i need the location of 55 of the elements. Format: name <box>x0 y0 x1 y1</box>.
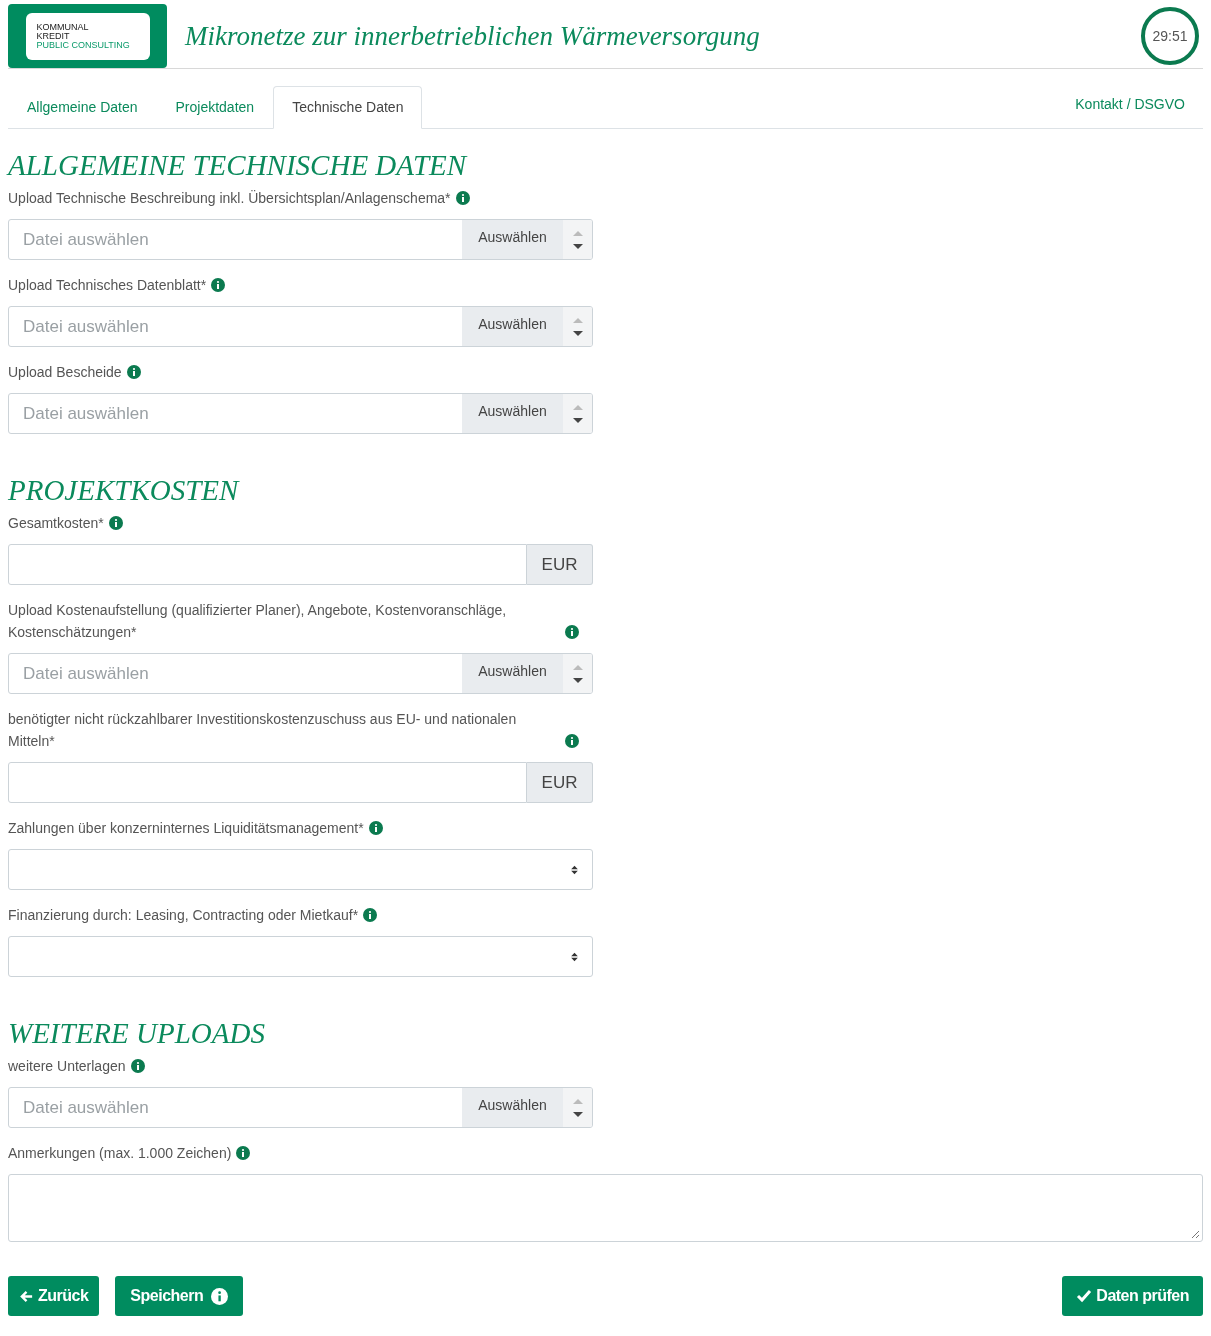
field-label: benötigter nicht rückzahlbarer Investitionskostenzuschuss aus EU- und nationalen Mitteln* <box>8 710 518 751</box>
app-title: Mikronetze zur innerbetrieblichen Wärmeversorgung <box>185 19 760 53</box>
field-label: Upload Bescheide <box>8 363 122 382</box>
check-data-button[interactable]: Daten prüfen <box>1062 1276 1203 1316</box>
file-upload-field[interactable]: Datei auswählen Auswählen <box>8 306 593 347</box>
file-upload-field[interactable]: Datei auswählen Auswählen <box>8 219 593 260</box>
section-heading: WEITERE UPLOADS <box>8 1016 266 1051</box>
currency-addon: EUR <box>527 762 593 803</box>
select-field[interactable] <box>8 849 593 890</box>
logo: KOMMUNAL KREDIT PUBLIC CONSULTING <box>25 12 150 60</box>
tab[interactable]: Technische Daten <box>273 86 423 129</box>
resize-handle-icon[interactable] <box>1190 1229 1200 1239</box>
field-label: Upload Kostenaufstellung (qualifizierter Planer), Angebote, Kostenvoranschläge, Kostenschätzungen* <box>8 601 508 642</box>
choose-button[interactable]: Auswählen <box>462 394 563 433</box>
choose-button[interactable]: Auswählen <box>462 654 563 693</box>
file-upload-field[interactable]: Datei auswählen Auswählen <box>8 653 593 694</box>
session-timer: 29:51 <box>1141 7 1199 65</box>
info-icon[interactable] <box>363 908 378 922</box>
info-icon[interactable] <box>565 625 579 639</box>
info-icon[interactable] <box>108 516 123 530</box>
choose-button[interactable]: Auswählen <box>462 220 563 259</box>
back-button[interactable]: Zurück <box>8 1276 100 1316</box>
arrow-left-icon <box>19 1288 34 1304</box>
tab[interactable]: Projektdaten <box>156 86 274 129</box>
field-label: Upload Technisches Datenblatt* <box>8 276 207 295</box>
field-label: Upload Technische Beschreibung inkl. Übersichtsplan/Anlagenschema* <box>8 189 451 208</box>
choose-button[interactable]: Auswählen <box>462 1088 563 1127</box>
field-label: Zahlungen über konzerninternes Liquiditätsmanagement* <box>8 819 364 838</box>
save-button[interactable]: Speichern <box>115 1276 244 1316</box>
field-label: Gesamtkosten* <box>8 514 104 533</box>
file-upload-field[interactable]: Datei auswählen Auswählen <box>8 393 593 434</box>
field-label: Finanzierung durch: Leasing, Contracting oder Mietkauf* <box>8 906 359 925</box>
select-field[interactable] <box>8 936 593 977</box>
info-icon[interactable] <box>455 191 470 205</box>
info-icon[interactable] <box>565 734 579 748</box>
checkmark-icon <box>1076 1288 1093 1304</box>
info-icon[interactable] <box>211 278 226 292</box>
contact-link[interactable]: Kontakt / DSGVO <box>1075 94 1185 115</box>
amount-input[interactable] <box>8 544 527 585</box>
info-icon[interactable] <box>236 1146 251 1160</box>
file-upload-field[interactable]: Datei auswählen Auswählen <box>8 1087 593 1128</box>
info-icon[interactable] <box>368 821 383 835</box>
choose-button[interactable]: Auswählen <box>462 307 563 346</box>
section-heading: ALLGEMEINE TECHNISCHE DATEN <box>8 148 469 183</box>
dropdown-arrows-icon <box>571 951 578 962</box>
dropdown-arrows-icon <box>571 864 578 875</box>
info-icon[interactable] <box>130 1059 145 1073</box>
section-heading: PROJEKTKOSTEN <box>8 473 241 508</box>
amount-input[interactable] <box>8 762 527 803</box>
info-icon <box>211 1287 229 1305</box>
info-icon[interactable] <box>126 365 141 379</box>
currency-addon: EUR <box>527 544 593 585</box>
field-label: Anmerkungen (max. 1.000 Zeichen) <box>8 1144 232 1163</box>
tab[interactable]: Allgemeine Daten <box>8 86 157 129</box>
field-label: weitere Unterlagen <box>8 1057 126 1076</box>
